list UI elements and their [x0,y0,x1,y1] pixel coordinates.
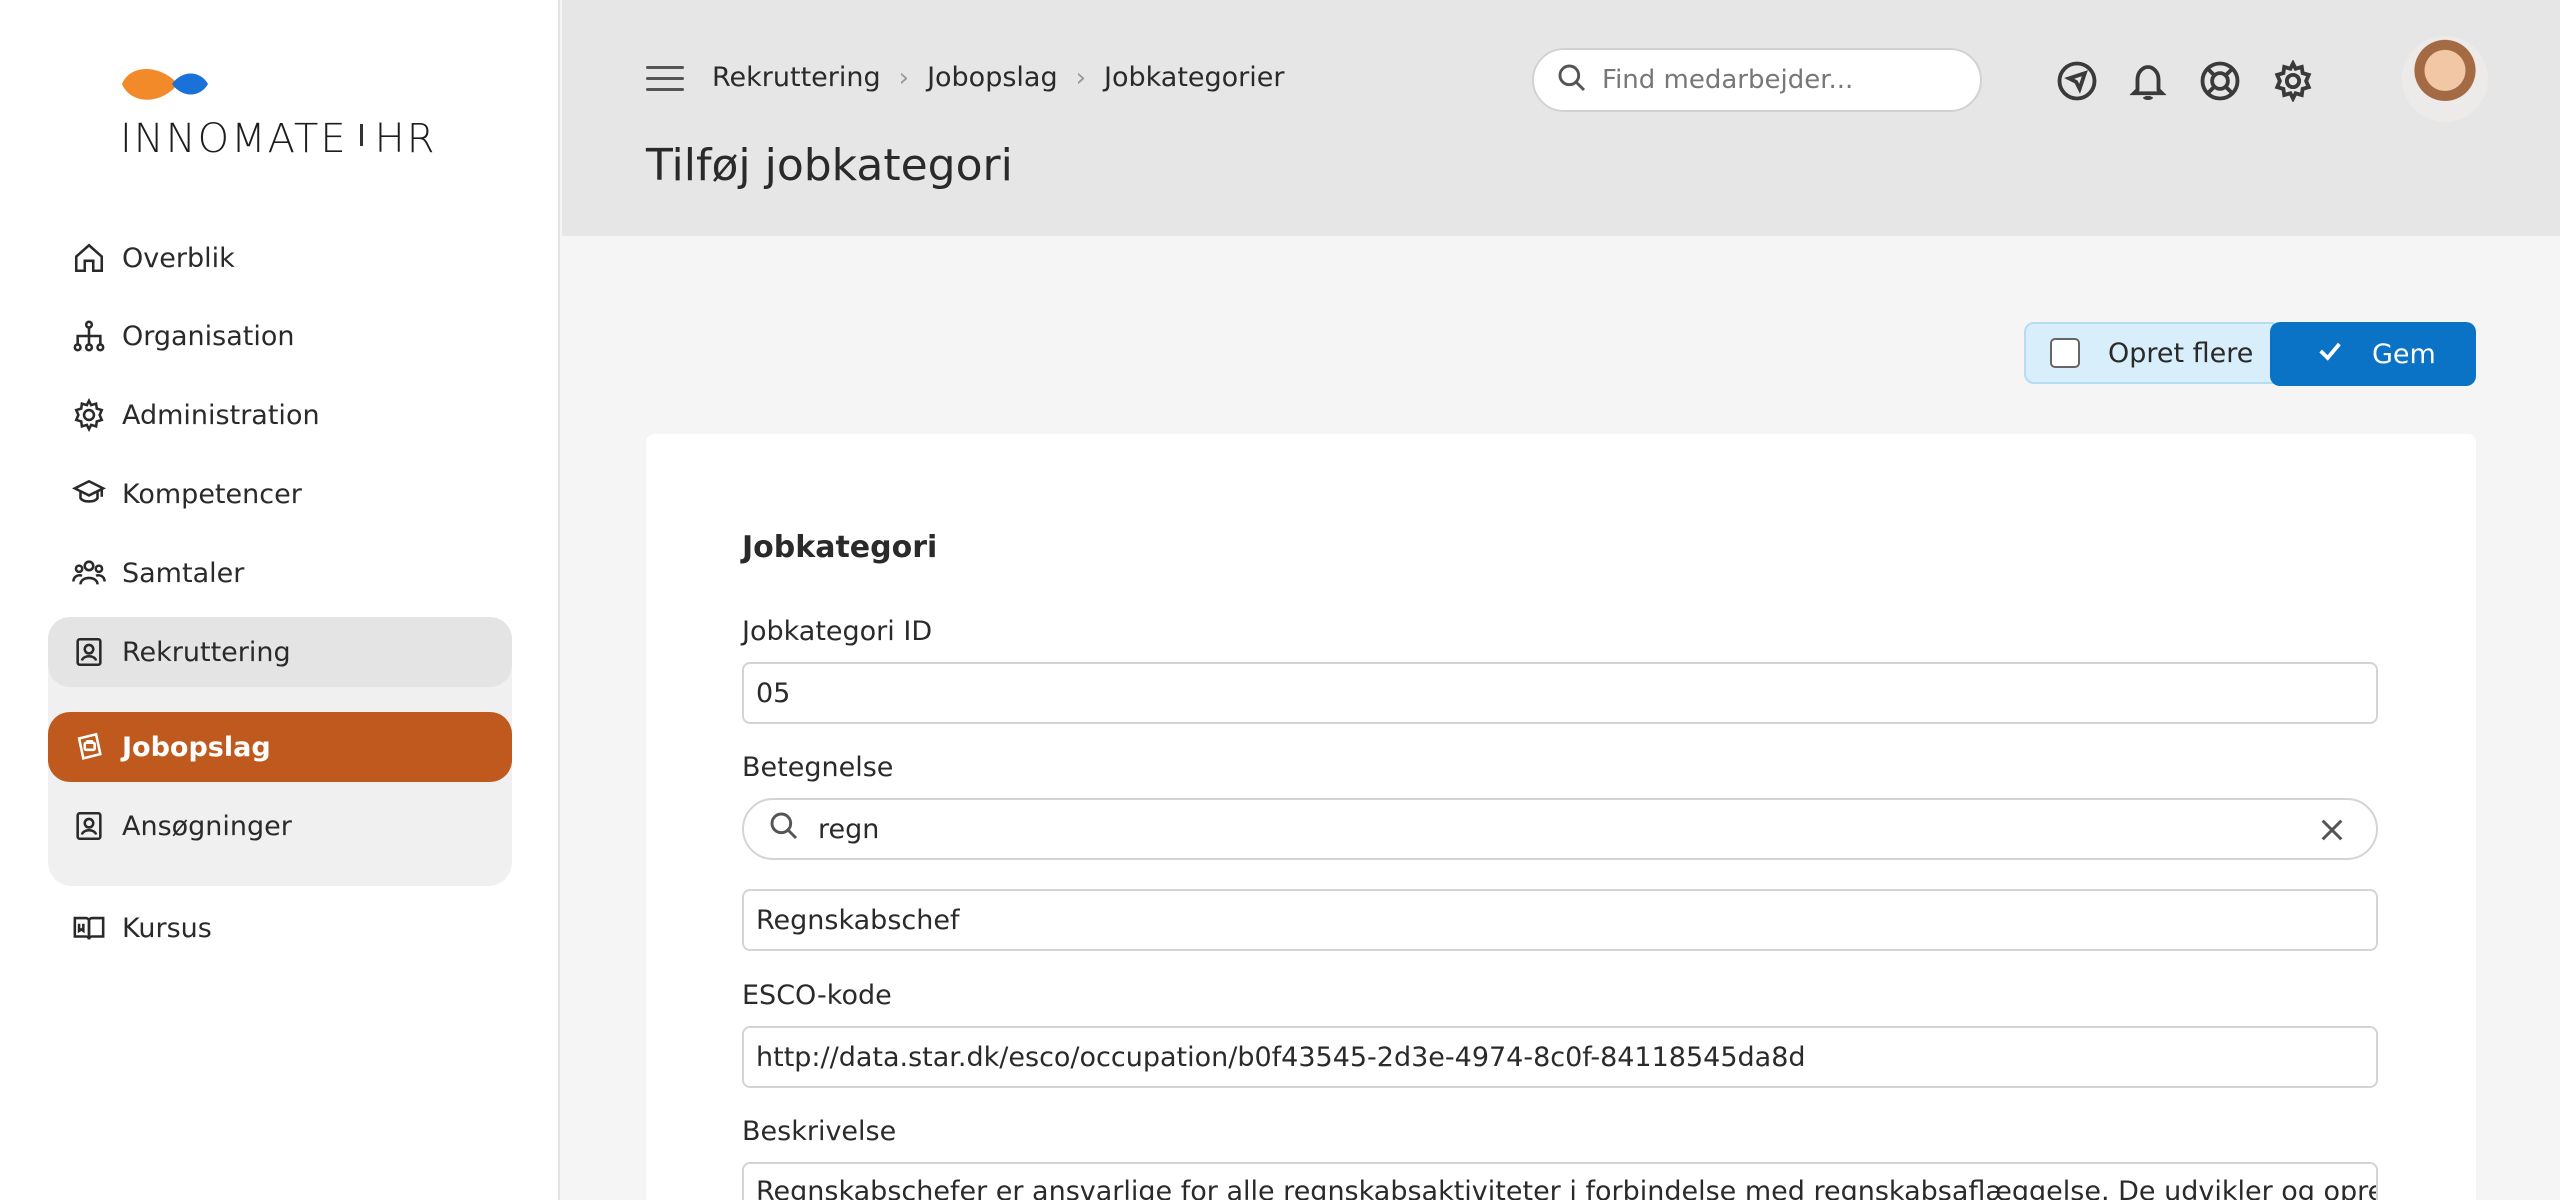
section-title: Jobkategori [742,530,938,565]
logo: INNOMATE HR [120,62,450,162]
sidebar-item-ansoegninger[interactable]: Ansøgninger [48,791,512,861]
selected-title-value: Regnskabschef [756,904,960,936]
sidebar-item-label: Kursus [122,912,212,944]
create-more-toggle[interactable]: Opret flere [2024,322,2274,384]
esco-code-value: http://data.star.dk/esco/occupation/b0f4… [756,1041,1806,1073]
id-badge-icon [70,807,108,845]
chevron-right-icon: › [1075,62,1086,93]
chevron-right-icon: › [898,62,910,93]
menu-icon[interactable] [646,66,684,96]
search-icon [768,810,818,849]
avatar[interactable] [2402,36,2488,122]
create-more-checkbox[interactable] [2050,338,2080,368]
title-search-value: regn [818,813,880,845]
logo-text: INNOMATE HR [120,116,437,162]
page-header: Rekruttering › Jobopslag › Jobkategorier… [562,0,2560,236]
sidebar-item-label: Samtaler [122,557,245,589]
people-icon [70,554,108,592]
sidebar-item-label: Ansøgninger [122,810,292,842]
form-card: Jobkategori Jobkategori ID 05 Betegnelse… [646,434,2476,1200]
breadcrumb-item[interactable]: Jobkategorier [1104,62,1285,93]
create-more-label: Opret flere [2108,337,2254,369]
description-label: Beskrivelse [742,1116,897,1147]
lifebuoy-icon[interactable] [2199,60,2241,102]
sidebar: INNOMATE HR Overblik Organisation Adminis… [0,0,560,1200]
check-icon [2316,337,2372,372]
description-field[interactable]: Regnskabschefer er ansvarlige for alle r… [742,1162,2378,1200]
sidebar-item-label: Rekruttering [122,636,291,668]
graduation-cap-icon [70,475,108,513]
gear-icon[interactable] [2272,59,2314,103]
job-category-id-value: 05 [756,677,791,709]
sidebar-item-overblik[interactable]: Overblik [48,223,512,293]
breadcrumb: Rekruttering › Jobopslag › Jobkategorier [712,62,1285,93]
clear-icon[interactable] [2316,814,2346,844]
save-button[interactable]: Gem [2270,322,2476,386]
job-category-id-field[interactable]: 05 [742,662,2378,724]
search-input[interactable] [1602,65,1962,95]
title-search-field[interactable]: regn [742,798,2378,860]
sidebar-item-kursus[interactable]: Kursus [48,893,512,963]
title-label: Betegnelse [742,752,894,783]
sidebar-item-label: Jobopslag [122,731,271,763]
sidebar-item-jobopslag[interactable]: Jobopslag [48,712,512,782]
search-icon [1556,62,1588,98]
sidebar-item-label: Administration [122,399,320,431]
logo-mark-icon [122,69,208,100]
description-value: Regnskabschefer er ansvarlige for alle r… [756,1176,2378,1200]
page-title: Tilføj jobkategori [646,140,1013,191]
sidebar-item-kompetencer[interactable]: Kompetencer [48,459,512,529]
sidebar-item-administration[interactable]: Administration [48,380,512,450]
org-chart-icon [70,317,108,355]
selected-title-field[interactable]: Regnskabschef [742,889,2378,951]
esco-code-field[interactable]: http://data.star.dk/esco/occupation/b0f4… [742,1026,2378,1088]
job-post-icon [70,728,108,766]
bell-icon[interactable] [2127,60,2169,102]
navigation-icon[interactable] [2056,60,2098,102]
home-icon [70,239,108,277]
sidebar-item-organisation[interactable]: Organisation [48,301,512,371]
breadcrumb-item[interactable]: Rekruttering [712,62,881,93]
sidebar-item-label: Overblik [122,242,235,274]
id-badge-icon [70,633,108,671]
gear-icon [70,396,108,434]
sidebar-item-label: Kompetencer [122,478,302,510]
esco-code-label: ESCO-kode [742,980,892,1011]
job-category-id-label: Jobkategori ID [742,616,933,647]
sidebar-item-rekruttering[interactable]: Rekruttering [48,617,512,687]
save-button-label: Gem [2372,338,2436,370]
sidebar-item-label: Organisation [122,320,295,352]
book-icon [70,909,108,947]
sidebar-item-samtaler[interactable]: Samtaler [48,538,512,608]
breadcrumb-item[interactable]: Jobopslag [927,62,1058,93]
employee-search[interactable] [1532,48,1982,112]
